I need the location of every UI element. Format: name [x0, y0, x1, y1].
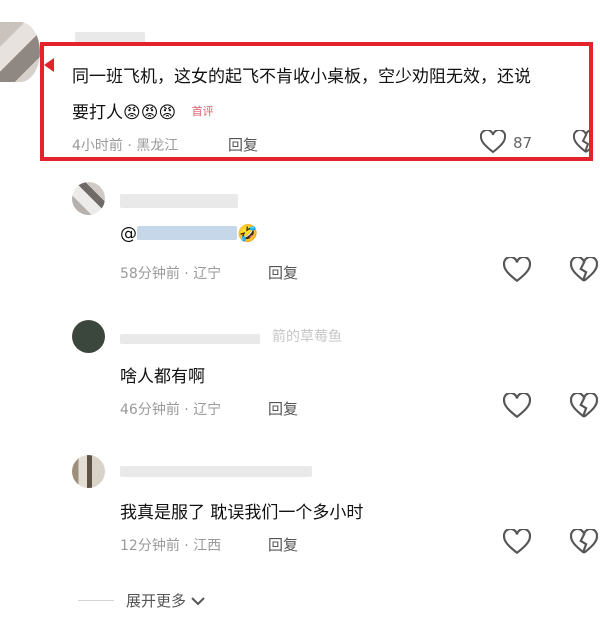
comment-text: @ 🤣	[120, 224, 258, 244]
location: 辽宁	[193, 402, 222, 418]
timestamp: 58分钟前	[120, 266, 180, 282]
avatar[interactable]	[72, 182, 105, 215]
meta-separator: ·	[184, 266, 189, 282]
timestamp: 46分钟前	[120, 402, 180, 418]
comment-text: 我真是服了 耽误我们一个多小时	[120, 503, 364, 523]
partial-username[interactable]: 箭的草莓鱼	[272, 326, 342, 346]
location: 江西	[193, 538, 222, 554]
reply-button[interactable]: 回复	[268, 398, 298, 419]
reply-button[interactable]: 回复	[268, 262, 298, 283]
avatar[interactable]	[72, 320, 105, 353]
username-blurred[interactable]	[120, 334, 260, 344]
comment-meta: 46分钟前 · 辽宁	[120, 399, 221, 419]
meta-separator: ·	[184, 402, 189, 418]
timestamp: 12分钟前	[120, 538, 180, 554]
highlight-box	[40, 42, 593, 161]
comment-meta: 58分钟前 · 辽宁	[120, 263, 221, 283]
dislike-broken-heart-icon[interactable]	[570, 529, 598, 555]
like-heart-icon[interactable]	[503, 529, 531, 555]
laughing-emoji-icon: 🤣	[237, 224, 259, 244]
dislike-broken-heart-icon[interactable]	[570, 393, 598, 419]
comment-text: 啥人都有啊	[120, 367, 205, 387]
dislike-broken-heart-icon[interactable]	[570, 257, 598, 283]
meta-separator: ·	[184, 538, 189, 554]
username-blurred[interactable]	[120, 466, 312, 477]
location: 辽宁	[193, 266, 222, 282]
like-heart-icon[interactable]	[503, 393, 531, 419]
comment-meta: 12分钟前 · 江西	[120, 535, 221, 555]
reply-button[interactable]: 回复	[268, 534, 298, 555]
chevron-down-icon	[191, 596, 205, 606]
mention[interactable]: @	[120, 224, 137, 244]
username-blurred[interactable]	[120, 194, 238, 208]
avatar[interactable]	[72, 455, 105, 488]
expand-more-button[interactable]: 展开更多	[126, 590, 205, 611]
like-heart-icon[interactable]	[503, 257, 531, 283]
expand-divider	[78, 600, 114, 601]
expand-more-label: 展开更多	[126, 592, 187, 610]
mention-name-blurred[interactable]	[137, 226, 237, 240]
avatar[interactable]	[0, 22, 40, 82]
